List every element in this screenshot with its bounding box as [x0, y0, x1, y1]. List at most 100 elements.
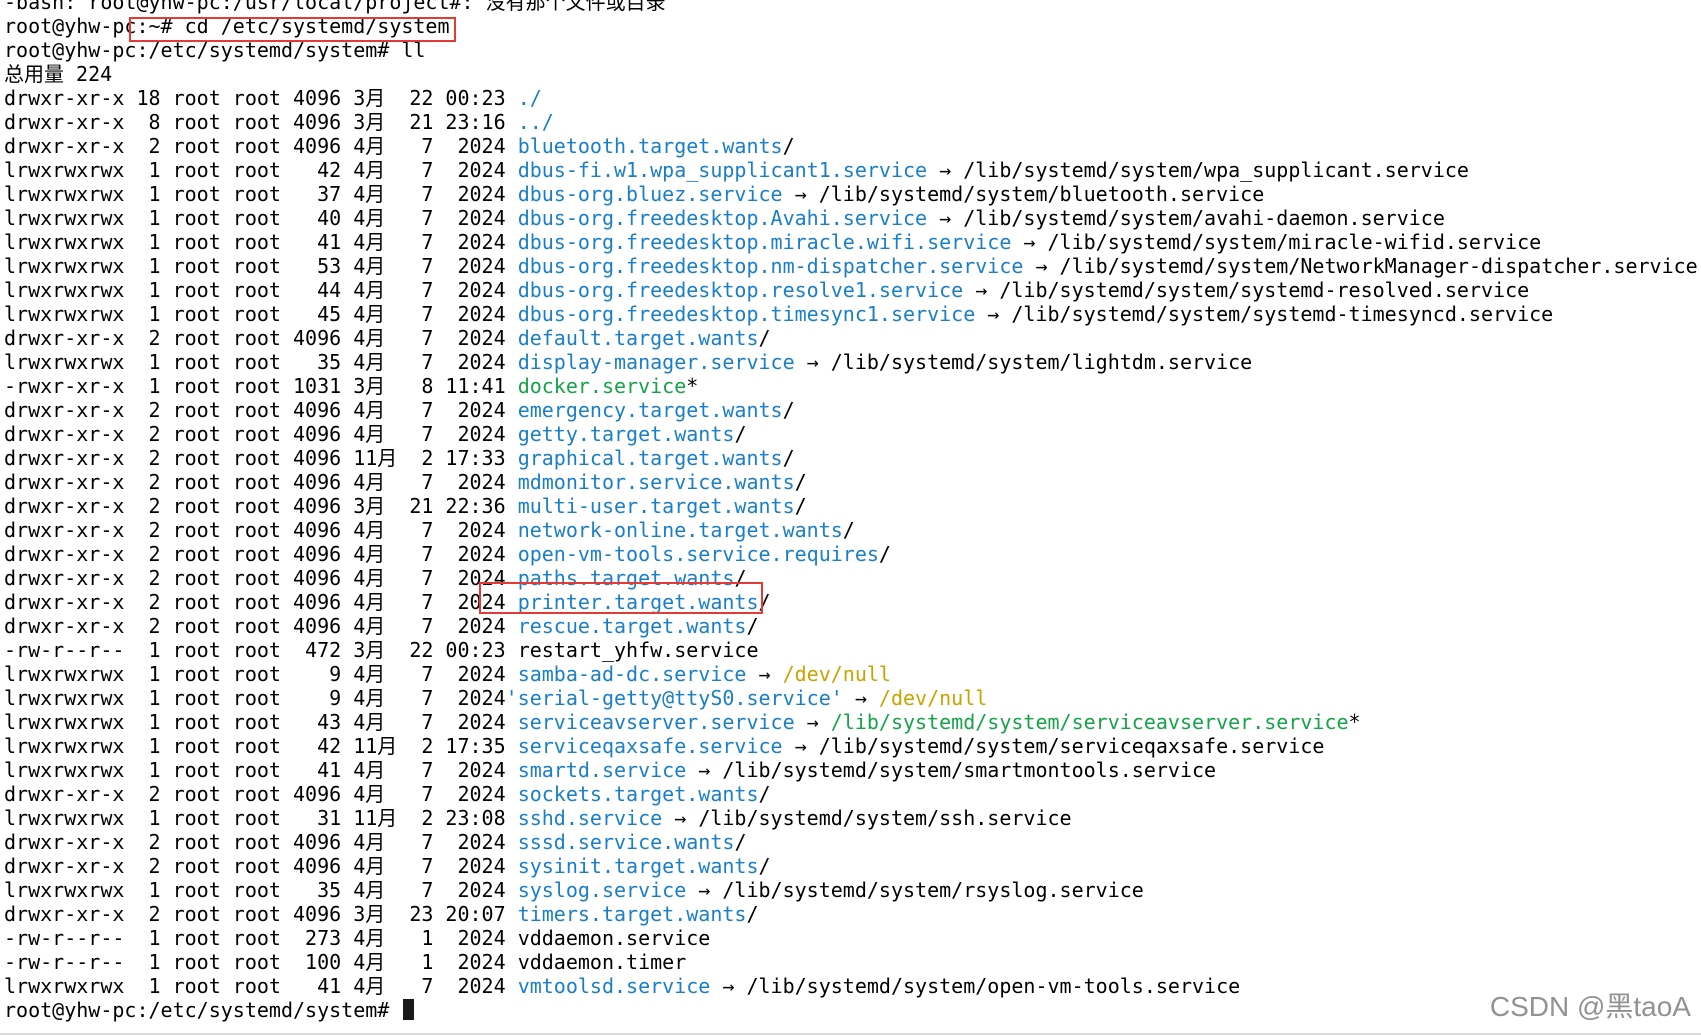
file-meta: lrwxrwxrwx 1 root root 35 4月 7 2024 — [4, 878, 518, 902]
prompt-line[interactable]: root@yhw-pc:/etc/systemd/system# — [4, 998, 1701, 1022]
listing-row: lrwxrwxrwx 1 root root 53 4月 7 2024 dbus… — [4, 254, 1701, 278]
symlink-arrow-icon: → — [710, 974, 747, 998]
file-name: mdmonitor.service.wants — [517, 470, 795, 494]
file-name: samba-ad-dc.service — [517, 662, 747, 686]
file-name: dbus-org.bluez.service — [517, 182, 783, 206]
symlink-arrow-icon: → — [746, 662, 783, 686]
file-meta: lrwxrwxrwx 1 root root 45 4月 7 2024 — [4, 302, 518, 326]
listing-row: drwxr-xr-x 2 root root 4096 3月 23 20:07 … — [4, 902, 1701, 926]
file-suffix: / — [782, 134, 795, 158]
terminal-output[interactable]: -bash: root@yhw-pc:/usr/local/project#: … — [4, 0, 1701, 1035]
listing-row: -rw-r--r-- 1 root root 100 4月 1 2024 vdd… — [4, 950, 1701, 974]
file-name: timers.target.wants — [517, 902, 747, 926]
file-suffix: / — [758, 782, 771, 806]
file-meta: -rw-r--r-- 1 root root 100 4月 1 2024 — [4, 950, 518, 974]
listing-row: lrwxrwxrwx 1 root root 37 4月 7 2024 dbus… — [4, 182, 1701, 206]
file-meta: lrwxrwxrwx 1 root root 42 11月 2 17:35 — [4, 734, 518, 758]
file-meta: lrwxrwxrwx 1 root root 40 4月 7 2024 — [4, 206, 518, 230]
symlink-arrow-icon: → — [927, 158, 964, 182]
symlink-target: /lib/systemd/system/miracle-wifid.servic… — [1047, 230, 1542, 254]
file-meta: drwxr-xr-x 2 root root 4096 4月 7 2024 — [4, 422, 518, 446]
symlink-target: /lib/systemd/system/avahi-daemon.service — [963, 206, 1445, 230]
listing-row: lrwxrwxrwx 1 root root 31 11月 2 23:08 ss… — [4, 806, 1701, 830]
listing-row: drwxr-xr-x 2 root root 4096 4月 7 2024 ne… — [4, 518, 1701, 542]
block-cursor-icon — [403, 999, 415, 1020]
file-name: syslog.service — [517, 878, 687, 902]
listing-row: -rwxr-xr-x 1 root root 1031 3月 8 11:41 d… — [4, 374, 1701, 398]
listing-row: lrwxrwxrwx 1 root root 41 4月 7 2024 vmto… — [4, 974, 1701, 998]
symlink-target: /lib/systemd/system/wpa_supplicant.servi… — [963, 158, 1469, 182]
directory-listing: drwxr-xr-x 18 root root 4096 3月 22 00:23… — [4, 86, 1701, 998]
listing-row: drwxr-xr-x 2 root root 4096 4月 7 2024 ss… — [4, 830, 1701, 854]
file-meta: lrwxrwxrwx 1 root root 41 4月 7 2024 — [4, 974, 518, 998]
file-name: dbus-org.freedesktop.miracle.wifi.servic… — [517, 230, 1012, 254]
listing-row: drwxr-xr-x 2 root root 4096 4月 7 2024 de… — [4, 326, 1701, 350]
listing-row: lrwxrwxrwx 1 root root 9 4月 7 2024 samba… — [4, 662, 1701, 686]
symlink-arrow-icon: → — [1011, 230, 1048, 254]
file-suffix: / — [734, 422, 747, 446]
listing-row: drwxr-xr-x 2 root root 4096 4月 7 2024 em… — [4, 398, 1701, 422]
file-meta: drwxr-xr-x 2 root root 4096 4月 7 2024 — [4, 326, 518, 350]
file-meta: lrwxrwxrwx 1 root root 44 4月 7 2024 — [4, 278, 518, 302]
symlink-arrow-icon: → — [686, 878, 723, 902]
file-name: rescue.target.wants — [517, 614, 747, 638]
file-meta: drwxr-xr-x 2 root root 4096 4月 7 2024 — [4, 566, 518, 590]
symlink-arrow-icon: → — [963, 278, 1000, 302]
file-suffix: / — [794, 470, 807, 494]
file-meta: drwxr-xr-x 2 root root 4096 4月 7 2024 — [4, 542, 518, 566]
file-meta: drwxr-xr-x 8 root root 4096 3月 21 23:16 — [4, 110, 518, 134]
file-suffix: / — [734, 830, 747, 854]
file-name: display-manager.service — [517, 350, 795, 374]
file-suffix: / — [782, 398, 795, 422]
file-name: sockets.target.wants — [517, 782, 759, 806]
file-name: 'serial-getty@ttyS0.service' — [505, 686, 843, 710]
listing-row: drwxr-xr-x 2 root root 4096 4月 7 2024 bl… — [4, 134, 1701, 158]
file-name: dbus-org.freedesktop.timesync1.service — [517, 302, 976, 326]
file-meta: drwxr-xr-x 2 root root 4096 4月 7 2024 — [4, 518, 518, 542]
file-name: getty.target.wants — [517, 422, 735, 446]
error-line: -bash: root@yhw-pc:/usr/local/project#: … — [4, 0, 666, 14]
listing-row: drwxr-xr-x 18 root root 4096 3月 22 00:23… — [4, 86, 1701, 110]
file-name: dbus-org.freedesktop.resolve1.service — [517, 278, 964, 302]
file-suffix: * — [686, 374, 699, 398]
file-name: sshd.service — [517, 806, 663, 830]
listing-row: -rw-r--r-- 1 root root 273 4月 1 2024 vdd… — [4, 926, 1701, 950]
file-meta: lrwxrwxrwx 1 root root 9 4月 7 2024 — [4, 686, 506, 710]
listing-row: drwxr-xr-x 2 root root 4096 4月 7 2024 md… — [4, 470, 1701, 494]
symlink-target: /lib/systemd/system/smartmontools.servic… — [722, 758, 1217, 782]
listing-row: drwxr-xr-x 2 root root 4096 3月 21 22:36 … — [4, 494, 1701, 518]
watermark: CSDN @黑taoA — [1489, 991, 1691, 1022]
listing-row: lrwxrwxrwx 1 root root 41 4月 7 2024 dbus… — [4, 230, 1701, 254]
file-name: vddaemon.service — [517, 926, 711, 950]
file-name: multi-user.target.wants — [517, 494, 795, 518]
file-meta: -rw-r--r-- 1 root root 273 4月 1 2024 — [4, 926, 518, 950]
file-meta: drwxr-xr-x 2 root root 4096 4月 7 2024 — [4, 134, 518, 158]
file-meta: lrwxrwxrwx 1 root root 42 4月 7 2024 — [4, 158, 518, 182]
ll-command-line: root@yhw-pc:/etc/systemd/system# ll — [4, 38, 426, 62]
file-name: smartd.service — [517, 758, 687, 782]
symlink-target: /dev/null — [782, 662, 891, 686]
listing-row: lrwxrwxrwx 1 root root 40 4月 7 2024 dbus… — [4, 206, 1701, 230]
file-name: dbus-org.freedesktop.Avahi.service — [517, 206, 928, 230]
file-meta: drwxr-xr-x 2 root root 4096 4月 7 2024 — [4, 830, 518, 854]
file-meta: drwxr-xr-x 2 root root 4096 4月 7 2024 — [4, 854, 518, 878]
file-meta: lrwxrwxrwx 1 root root 31 11月 2 23:08 — [4, 806, 518, 830]
file-name: printer.target.wants — [517, 590, 759, 614]
symlink-arrow-icon: → — [782, 734, 819, 758]
file-name: emergency.target.wants — [517, 398, 783, 422]
target-suffix: * — [1348, 710, 1361, 734]
listing-row: lrwxrwxrwx 1 root root 35 4月 7 2024 sysl… — [4, 878, 1701, 902]
listing-row: lrwxrwxrwx 1 root root 45 4月 7 2024 dbus… — [4, 302, 1701, 326]
file-name: graphical.target.wants — [517, 446, 783, 470]
file-suffix: / — [746, 902, 759, 926]
file-name: vmtoolsd.service — [517, 974, 711, 998]
file-meta: -rwxr-xr-x 1 root root 1031 3月 8 11:41 — [4, 374, 518, 398]
listing-row: drwxr-xr-x 2 root root 4096 4月 7 2024 sy… — [4, 854, 1701, 878]
file-suffix: / — [878, 542, 891, 566]
file-suffix: / — [746, 614, 759, 638]
listing-row: lrwxrwxrwx 1 root root 35 4月 7 2024 disp… — [4, 350, 1701, 374]
file-name: sysinit.target.wants — [517, 854, 759, 878]
total-line: 总用量 224 — [4, 62, 113, 86]
listing-row: drwxr-xr-x 2 root root 4096 4月 7 2024 pa… — [4, 566, 1701, 590]
symlink-arrow-icon: → — [842, 686, 879, 710]
